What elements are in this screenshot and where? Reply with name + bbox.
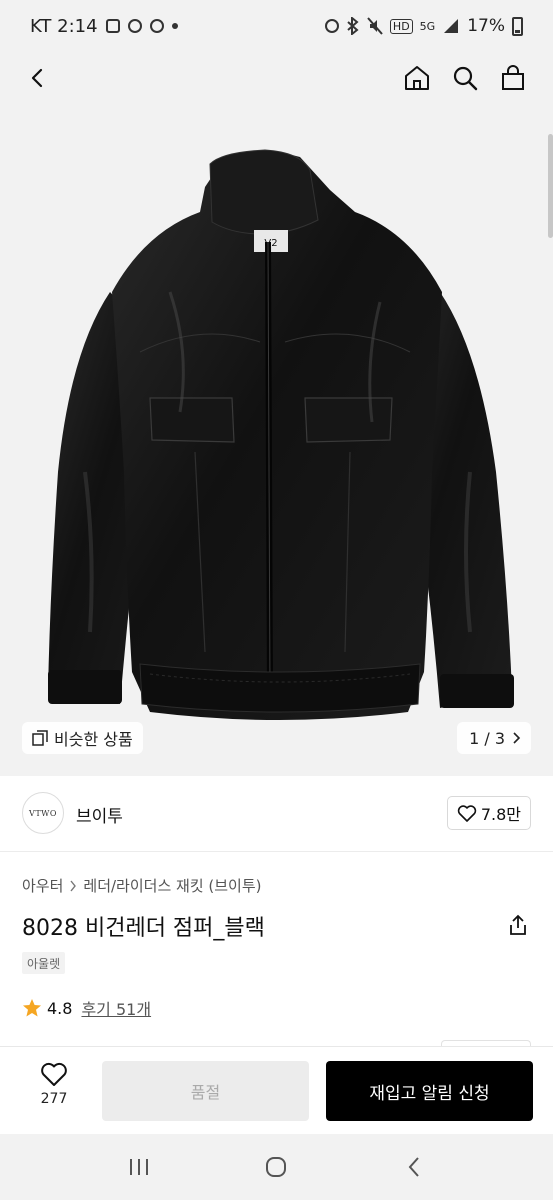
system-navigation-bar xyxy=(0,1134,553,1200)
soldout-button: 품절 xyxy=(102,1061,309,1121)
status-right: HD 5G 17% xyxy=(324,16,523,36)
brand-like-count: 7.8만 xyxy=(480,805,521,824)
page-scrollbar[interactable] xyxy=(548,134,553,238)
brand-logo-text: VTWO xyxy=(29,808,57,818)
brand-row: VTWO 브이투 7.8만 xyxy=(0,776,553,852)
signal-icon xyxy=(444,19,459,33)
share-icon xyxy=(510,914,526,935)
battery-icon xyxy=(512,16,523,36)
recent-apps-button[interactable] xyxy=(119,1147,159,1187)
carrier-time: KT 2:14 xyxy=(30,15,98,37)
home-circle-icon xyxy=(266,1157,287,1177)
brand-like-button[interactable]: 7.8만 xyxy=(446,796,531,830)
wishlist-button[interactable]: 277 xyxy=(28,1061,80,1117)
restock-notify-button[interactable]: 재입고 알림 신청 xyxy=(326,1061,533,1121)
talk-notification-icon xyxy=(127,19,142,33)
brand-logo[interactable]: VTWO xyxy=(22,792,64,834)
back-nav-button[interactable] xyxy=(394,1147,434,1187)
breadcrumb-item-outer[interactable]: 아우터 xyxy=(22,875,63,896)
mute-icon xyxy=(367,17,383,35)
similar-products-button[interactable]: 비슷한 상품 xyxy=(22,722,143,754)
chevron-right-icon xyxy=(513,732,521,744)
image-pager[interactable]: 1 / 3 xyxy=(457,722,531,754)
similar-products-label: 비슷한 상품 xyxy=(54,730,133,749)
heart-icon xyxy=(41,1062,67,1086)
share-button[interactable] xyxy=(505,912,531,938)
rating-value: 4.8 xyxy=(47,998,73,1018)
status-left: KT 2:14 xyxy=(30,16,178,37)
bottom-action-bar: 277 품절 재입고 알림 신청 xyxy=(0,1046,553,1134)
recent-apps-icon xyxy=(129,1159,148,1175)
chevron-right-icon xyxy=(70,880,77,891)
network-label: 5G xyxy=(419,19,436,33)
heart-icon xyxy=(457,805,477,822)
review-link[interactable]: 후기 51개 xyxy=(81,996,151,1020)
outlet-tag: 아울렛 xyxy=(22,952,66,974)
product-image-gallery[interactable]: V2 비슷한 상품 1 / 3 xyxy=(0,52,553,776)
breadcrumb: 아우터 레더/라이더스 재킷 (브이투) xyxy=(22,875,262,896)
alarm-icon xyxy=(324,19,339,33)
battery-percent: 17% xyxy=(467,16,505,36)
product-title: 8028 비건레더 점퍼_블랙 xyxy=(22,916,265,941)
star-icon xyxy=(23,999,41,1017)
copy-icon xyxy=(32,730,48,746)
gallery-notification-icon xyxy=(105,19,120,33)
bluetooth-icon xyxy=(347,17,359,35)
pager-text: 1 / 3 xyxy=(469,728,505,748)
rating-row: 4.8 후기 51개 xyxy=(22,996,151,1020)
wishlist-count: 277 xyxy=(40,1091,68,1107)
back-arrow-icon xyxy=(408,1157,419,1177)
home-nav-button[interactable] xyxy=(256,1147,296,1187)
status-bar: KT 2:14 HD 5G 17% xyxy=(0,0,553,52)
chat-notification-icon xyxy=(149,19,164,33)
more-notifications-icon xyxy=(171,23,178,29)
brand-name[interactable]: 브이투 xyxy=(76,802,123,827)
hd-icon: HD xyxy=(389,18,413,34)
breadcrumb-item-category[interactable]: 레더/라이더스 재킷 (브이투) xyxy=(83,875,261,896)
product-image-jacket: V2 xyxy=(48,149,514,720)
